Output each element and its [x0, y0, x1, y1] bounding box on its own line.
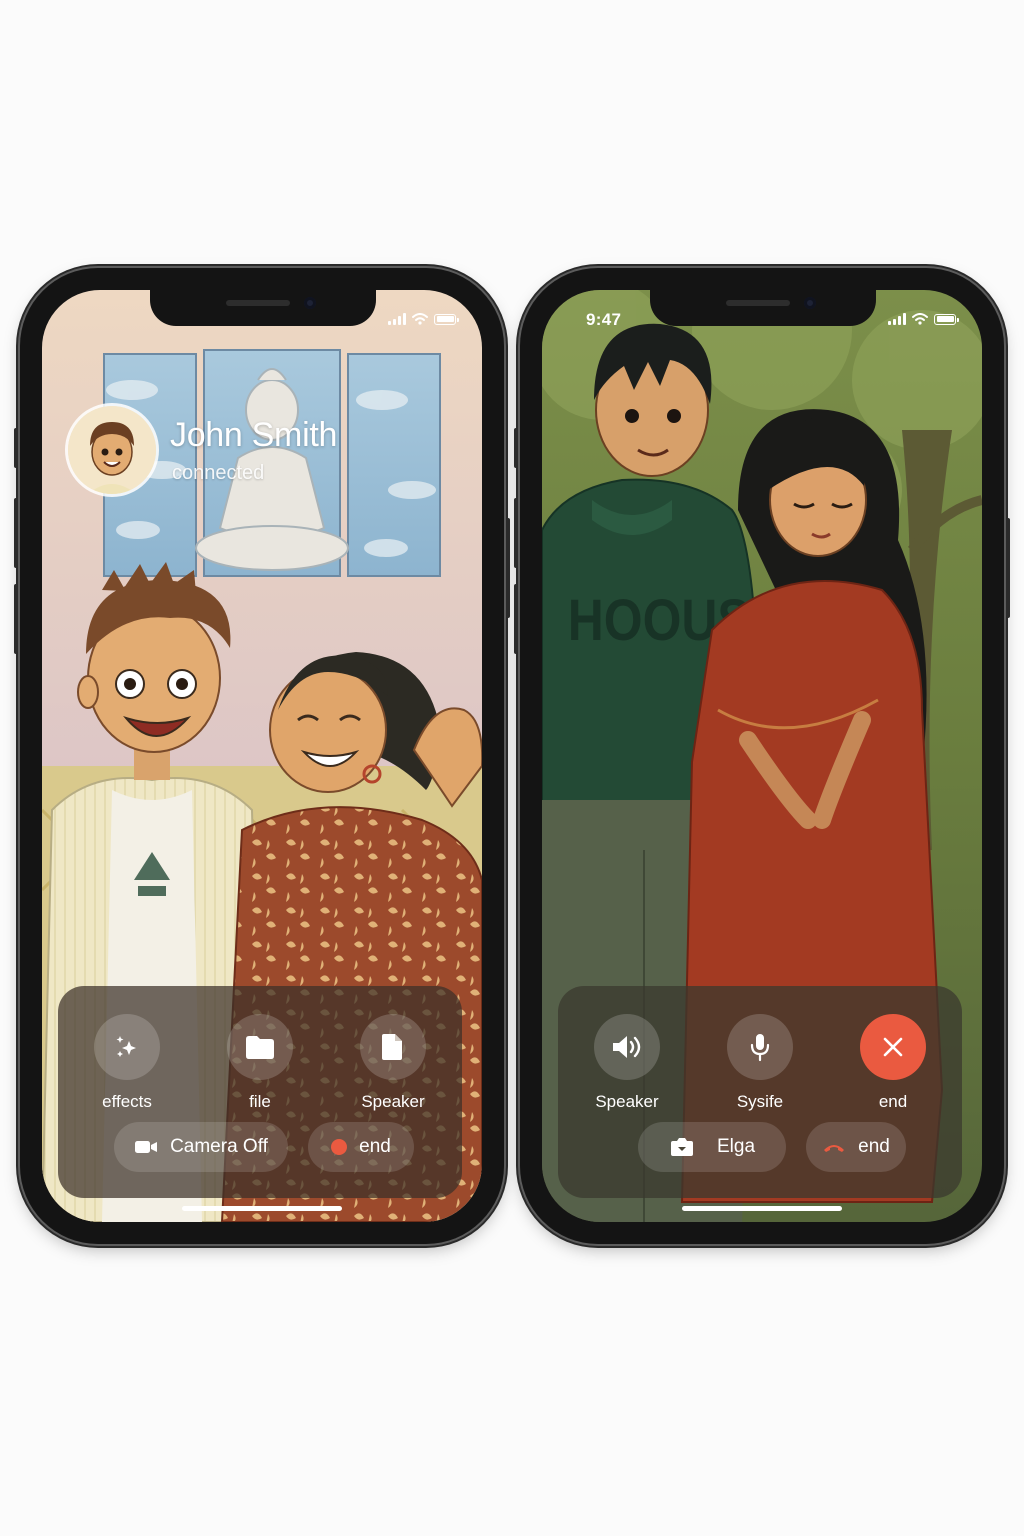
file-label: file [249, 1092, 271, 1111]
signal-icon [888, 313, 906, 325]
power-button [506, 518, 510, 618]
caller-avatar[interactable] [68, 406, 156, 494]
end-call-button[interactable]: end [838, 1014, 948, 1112]
volume-down-button [514, 584, 518, 654]
file-circle[interactable] [227, 1014, 293, 1080]
earpiece [726, 300, 790, 306]
mute-switch [14, 428, 18, 468]
speaker-icon [613, 1036, 641, 1058]
close-icon [883, 1037, 903, 1057]
camera-off-label: Camera Off [170, 1136, 268, 1157]
end-call-button[interactable]: end [308, 1122, 414, 1172]
right-phone: HOOUSE 9:47 Speaker Sysife end Elga end [514, 268, 1010, 1244]
battery-icon [934, 313, 959, 325]
left-phone: John Smith connected effects file Speake… [14, 268, 510, 1244]
end-pill-button[interactable]: end [806, 1122, 906, 1172]
camera-off-button[interactable]: Camera Off [114, 1122, 288, 1172]
mute-switch [514, 428, 518, 468]
wifi-icon [412, 313, 428, 325]
status-bar: 9:47 [542, 310, 982, 332]
file-button[interactable]: file [205, 1014, 315, 1112]
speaker-button[interactable]: Speaker [338, 1014, 448, 1112]
speaker-circle[interactable] [360, 1014, 426, 1080]
hang-up-icon [824, 1145, 845, 1152]
speaker-label: Speaker [361, 1092, 425, 1111]
caller-name: John Smith [170, 416, 338, 454]
home-indicator[interactable] [682, 1206, 842, 1211]
elga-label: Elga [716, 1136, 756, 1157]
volume-up-button [14, 498, 18, 568]
call-controls-panel: Speaker Sysife end Elga end [558, 986, 962, 1198]
sparkles-icon [116, 1036, 136, 1057]
call-controls-panel: effects file Speaker Camera Off end [58, 986, 462, 1198]
effects-label: effects [102, 1092, 152, 1111]
video-camera-icon [135, 1141, 158, 1153]
end-label: end [878, 1092, 908, 1111]
signal-icon [388, 313, 406, 325]
sysife-label: Sysife [736, 1092, 784, 1111]
home-indicator[interactable] [182, 1206, 342, 1211]
wifi-icon [912, 313, 928, 325]
end-circle[interactable] [860, 1014, 926, 1080]
front-camera [804, 297, 816, 309]
record-dot-icon [331, 1139, 348, 1155]
call-screen: HOOUSE 9:47 Speaker Sysife end Elga end [542, 290, 982, 1222]
effects-button[interactable]: effects [72, 1014, 182, 1112]
microphone-icon [750, 1034, 770, 1062]
call-status: connected [172, 462, 265, 484]
status-time: 9:47 [586, 310, 622, 329]
battery-icon [434, 313, 459, 325]
elga-button[interactable]: Elga [638, 1122, 786, 1172]
speaker-button[interactable]: Speaker [572, 1014, 682, 1112]
status-bar [42, 310, 482, 332]
document-icon [382, 1034, 402, 1060]
effects-circle[interactable] [94, 1014, 160, 1080]
front-camera [304, 297, 316, 309]
mute-button[interactable]: Sysife [705, 1014, 815, 1112]
call-screen: John Smith connected effects file Speake… [42, 290, 482, 1222]
folder-icon [246, 1036, 274, 1059]
volume-up-button [514, 498, 518, 568]
camera-flip-icon [670, 1138, 693, 1156]
speaker-circle[interactable] [594, 1014, 660, 1080]
end-label: end [359, 1136, 391, 1157]
volume-down-button [14, 584, 18, 654]
power-button [1006, 518, 1010, 618]
mute-circle[interactable] [727, 1014, 793, 1080]
speaker-label: Speaker [595, 1092, 659, 1111]
earpiece [226, 300, 290, 306]
end-pill-label: end [858, 1136, 890, 1157]
avatar-illustration [68, 406, 156, 494]
